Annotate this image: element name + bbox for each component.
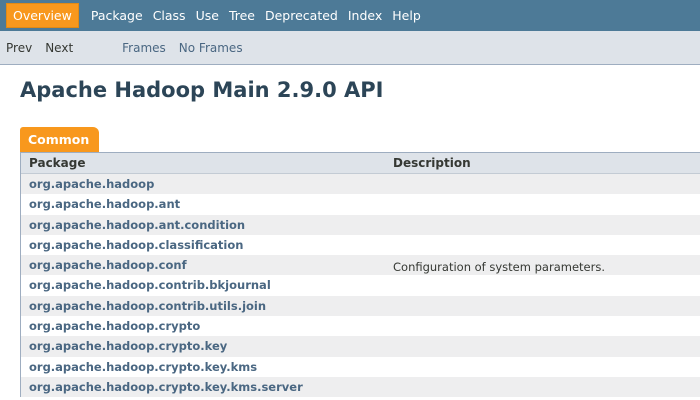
no-frames-link[interactable]: No Frames [179,41,243,55]
package-link[interactable]: org.apache.hadoop [29,177,154,191]
top-navigation-bar: Overview Package Class Use Tree Deprecat… [0,0,700,31]
nav-package[interactable]: Package [91,8,143,23]
sub-navigation-bar: Prev Next Frames No Frames [0,31,700,65]
description-cell [393,235,700,255]
package-cell: org.apache.hadoop.classification [21,235,393,255]
table-row: org.apache.hadoop.contrib.utils.join [21,295,700,317]
nav-index[interactable]: Index [348,8,382,23]
table-row: org.apache.hadoop [21,174,700,195]
package-link[interactable]: org.apache.hadoop.crypto.key [29,339,227,353]
description-cell [393,336,700,356]
package-cell: org.apache.hadoop.ant [21,194,393,214]
package-link[interactable]: org.apache.hadoop.crypto.key.kms [29,360,257,374]
package-cell: org.apache.hadoop.conf [21,255,393,275]
table-row: org.apache.hadoop.contrib.bkjournal [21,275,700,296]
description-cell [393,357,700,377]
nav-overview[interactable]: Overview [6,3,79,28]
package-cell: org.apache.hadoop.crypto.key.kms [21,357,393,377]
table-header: Package Description [21,153,700,174]
description-cell [393,174,700,194]
header-description: Description [393,156,471,170]
table-body: org.apache.hadoop org.apache.hadoop.ant or… [21,174,700,398]
table-row: org.apache.hadoop.crypto.key.kms.server [21,376,700,398]
package-link[interactable]: org.apache.hadoop.crypto.key.kms.server [29,380,303,394]
page-title: Apache Hadoop Main 2.9.0 API [20,78,384,102]
package-cell: org.apache.hadoop.contrib.utils.join [21,296,393,316]
table-row: org.apache.hadoop.crypto.key [21,336,700,357]
nav-use[interactable]: Use [196,8,219,23]
package-cell: org.apache.hadoop.contrib.bkjournal [21,275,393,295]
description-cell [393,194,700,214]
description-cell [393,377,700,397]
frames-link[interactable]: Frames [122,41,166,55]
description-cell [393,316,700,336]
package-link[interactable]: org.apache.hadoop.ant [29,197,180,211]
table-row: org.apache.hadoop.ant [21,194,700,215]
nav-class[interactable]: Class [153,8,186,23]
package-cell: org.apache.hadoop.crypto.key.kms.server [21,377,393,397]
nav-tree[interactable]: Tree [229,8,255,23]
package-cell: org.apache.hadoop.crypto [21,316,393,336]
description-cell: Configuration of system parameters. [393,260,605,275]
prev-link[interactable]: Prev [6,41,32,55]
package-link[interactable]: org.apache.hadoop.classification [29,238,243,252]
next-link[interactable]: Next [45,41,73,55]
package-cell: org.apache.hadoop.ant.condition [21,215,393,235]
package-link[interactable]: org.apache.hadoop.crypto [29,319,200,333]
nav-help[interactable]: Help [392,8,421,23]
description-cell [393,275,700,295]
header-package: Package [29,156,86,170]
package-link[interactable]: org.apache.hadoop.conf [29,258,187,272]
package-link[interactable]: org.apache.hadoop.ant.condition [29,218,245,232]
table-row: org.apache.hadoop.crypto [21,316,700,337]
table-row: org.apache.hadoop.classification [21,234,700,256]
tab-common[interactable]: Common [20,127,99,152]
package-summary-table: Package Description org.apache.hadoop org… [20,152,700,398]
description-cell [393,296,700,316]
package-link[interactable]: org.apache.hadoop.contrib.bkjournal [29,278,271,292]
package-cell: org.apache.hadoop [21,174,393,194]
package-link[interactable]: org.apache.hadoop.contrib.utils.join [29,299,266,313]
table-row: org.apache.hadoop.ant.condition [21,214,700,235]
nav-deprecated[interactable]: Deprecated [265,8,338,23]
description-cell [393,215,700,235]
table-row: org.apache.hadoop.conf Configuration of s… [21,255,700,276]
package-cell: org.apache.hadoop.crypto.key [21,336,393,356]
table-row: org.apache.hadoop.crypto.key.kms [21,356,700,377]
